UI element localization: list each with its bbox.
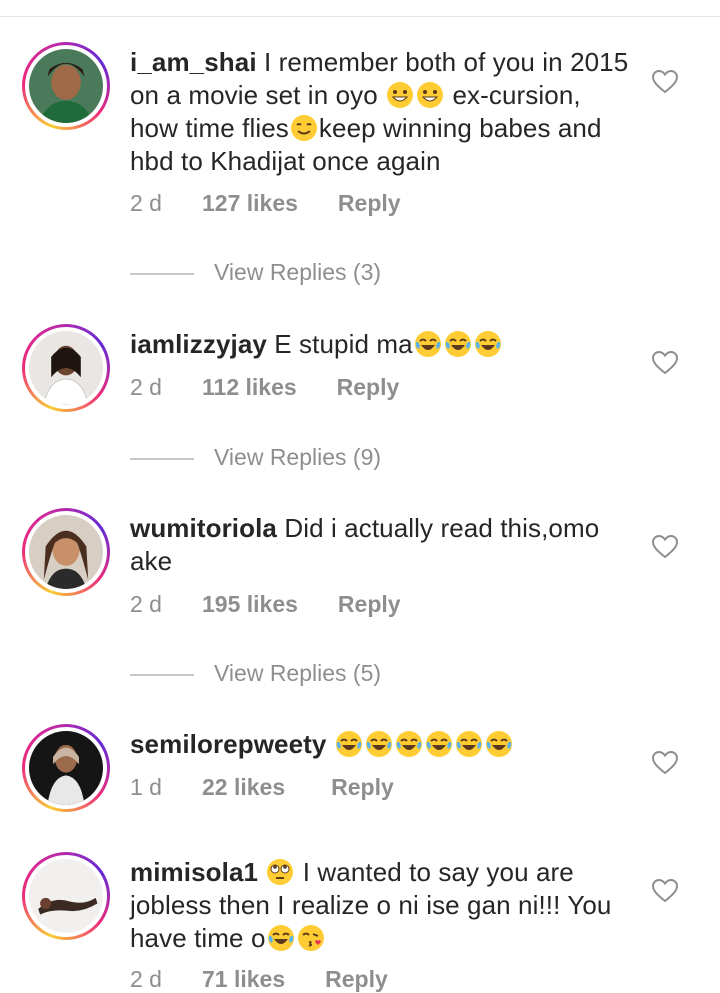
tears-of-joy-emoji-icon: [414, 331, 441, 357]
tears-of-joy-emoji-icon: [444, 331, 471, 357]
reply-button[interactable]: Reply: [338, 591, 401, 618]
avatar-image: [29, 49, 103, 123]
view-replies-button[interactable]: View Replies (5): [130, 660, 381, 687]
comment-time: 2 d: [130, 190, 162, 216]
likes-count[interactable]: 112 likes: [202, 374, 297, 401]
comment-username[interactable]: semilorepweety: [130, 729, 327, 759]
reply-button[interactable]: Reply: [337, 374, 400, 401]
heart-icon[interactable]: [652, 70, 678, 94]
heart-icon[interactable]: [652, 879, 678, 903]
avatar-image: [29, 731, 103, 805]
kissing-heart-emoji-icon: [297, 925, 324, 951]
comment-time: 1 d: [130, 774, 162, 800]
view-replies-button[interactable]: View Replies (9): [130, 444, 381, 471]
tears-of-joy-emoji-icon: [425, 731, 452, 757]
comment-time: 2 d: [130, 591, 162, 617]
likes-count[interactable]: 127 likes: [202, 190, 298, 217]
tears-of-joy-emoji-icon: [485, 731, 512, 757]
tears-of-joy-emoji-icon: [267, 925, 294, 951]
comment-meta: 2 d 71 likes Reply: [130, 966, 388, 993]
comment-meta: 2 d 195 likes Reply: [130, 591, 401, 618]
comment-meta: 1 d 22 likes Reply: [130, 774, 394, 801]
comment-username[interactable]: wumitoriola: [130, 513, 277, 543]
avatar[interactable]: [22, 852, 110, 940]
view-replies-button[interactable]: View Replies (3): [130, 259, 381, 286]
comment-time: 2 d: [130, 966, 162, 992]
top-divider: [0, 16, 720, 17]
reply-button[interactable]: Reply: [338, 190, 401, 217]
comment-username[interactable]: mimisola1: [130, 857, 258, 887]
replies-divider: [130, 457, 194, 460]
grinning-emoji-icon: [387, 82, 414, 108]
comment-username[interactable]: i_am_shai: [130, 47, 257, 77]
tears-of-joy-emoji-icon: [474, 331, 501, 357]
reply-button[interactable]: Reply: [331, 774, 394, 801]
tears-of-joy-emoji-icon: [395, 731, 422, 757]
likes-count[interactable]: 71 likes: [202, 966, 285, 993]
replies-divider: [130, 272, 194, 275]
grinning-emoji-icon: [417, 82, 444, 108]
avatar[interactable]: [22, 42, 110, 130]
likes-count[interactable]: 195 likes: [202, 591, 298, 618]
comment-text: mimisola1 I wanted to say you are jobles…: [130, 857, 612, 953]
comment-text: wumitoriola Did i actually read this,omo…: [130, 513, 600, 576]
heart-icon[interactable]: [652, 351, 678, 375]
avatar-image: [29, 331, 103, 405]
comment-meta: 2 d 112 likes Reply: [130, 374, 399, 401]
eye-roll-emoji-icon: [267, 859, 294, 885]
comment-text: i_am_shai I remember both of you in 2015…: [130, 47, 629, 176]
tears-of-joy-emoji-icon: [365, 731, 392, 757]
avatar[interactable]: [22, 508, 110, 596]
tears-of-joy-emoji-icon: [455, 731, 482, 757]
comment-time: 2 d: [130, 374, 162, 400]
comment-text: iamlizzyjay E stupid ma: [130, 328, 630, 361]
avatar[interactable]: [22, 724, 110, 812]
smiling-emoji-icon: [290, 115, 317, 141]
likes-count[interactable]: 22 likes: [202, 774, 285, 801]
comment-text: semilorepweety: [130, 728, 630, 761]
avatar-image: [29, 515, 103, 589]
replies-divider: [130, 673, 194, 676]
heart-icon[interactable]: [652, 751, 678, 775]
comment-username[interactable]: iamlizzyjay: [130, 329, 267, 359]
avatar-image: [29, 859, 103, 933]
comment-meta: 2 d 127 likes Reply: [130, 190, 401, 217]
heart-icon[interactable]: [652, 535, 678, 559]
tears-of-joy-emoji-icon: [335, 731, 362, 757]
avatar[interactable]: [22, 324, 110, 412]
reply-button[interactable]: Reply: [325, 966, 388, 993]
